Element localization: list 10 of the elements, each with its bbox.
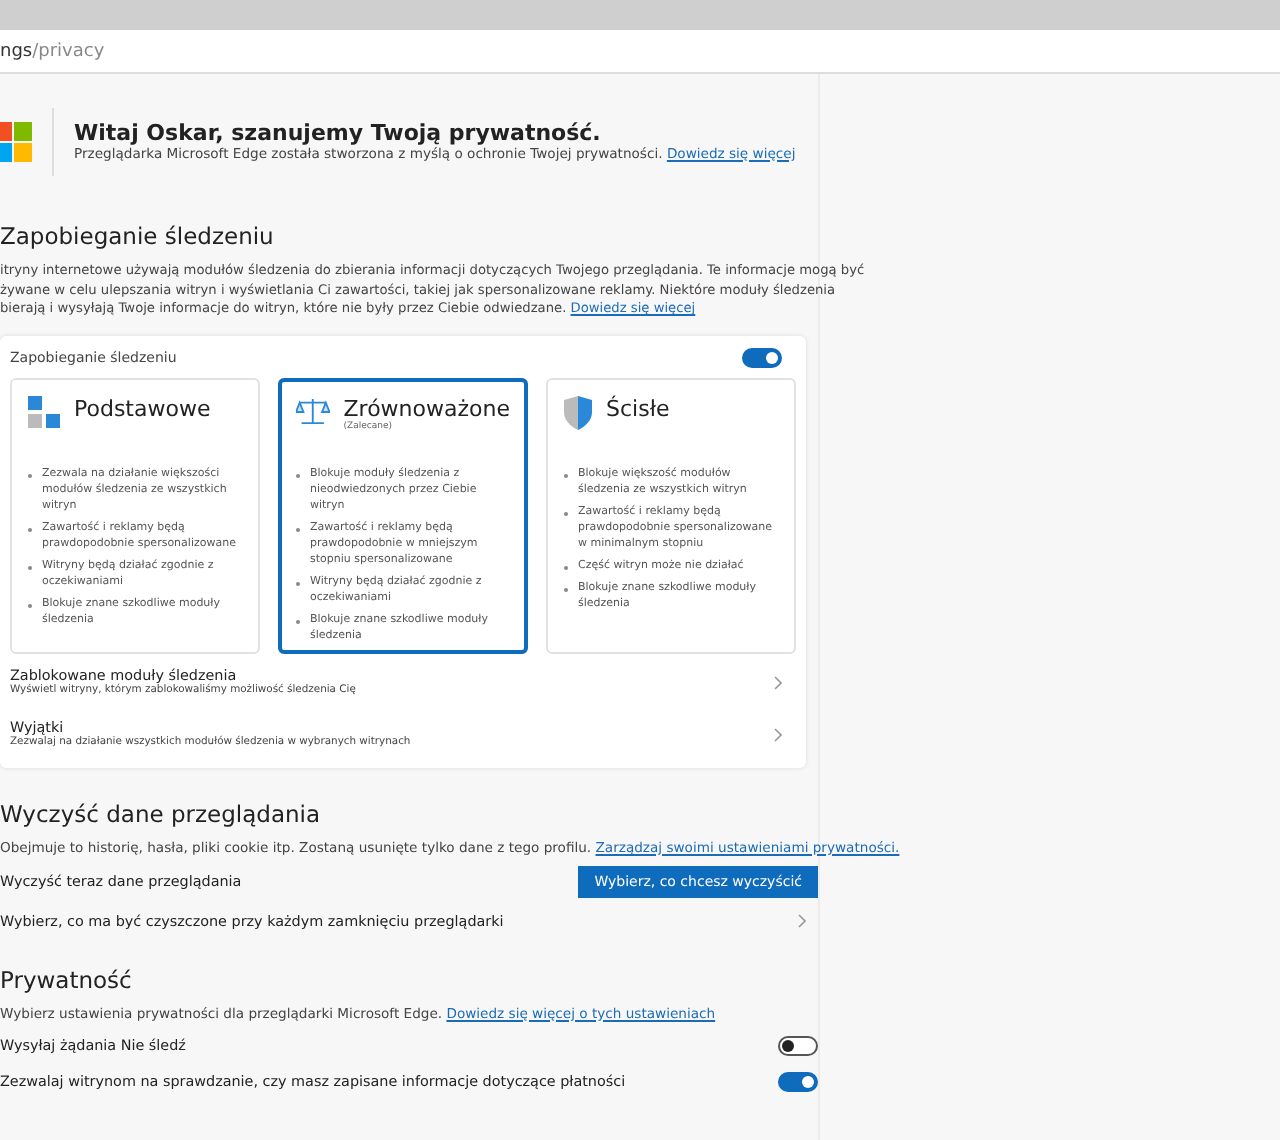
address-host: ngs bbox=[0, 41, 33, 61]
section-heading: Prywatność bbox=[0, 965, 134, 994]
address-path: /privacy bbox=[32, 41, 105, 61]
option-title: Ścisłe bbox=[606, 395, 670, 422]
section-heading: Zapobieganie śledzeniu bbox=[0, 222, 276, 250]
section-heading: Wyczyść dane przeglądania bbox=[0, 799, 323, 828]
option-title: Podstawowe bbox=[74, 395, 211, 422]
welcome-title: Witaj Oskar, szanujemy Twoją prywatność. bbox=[74, 119, 603, 146]
option-title: Zrównoważone bbox=[343, 395, 510, 422]
address-bar[interactable]: ngs/privacy bbox=[0, 30, 1280, 74]
